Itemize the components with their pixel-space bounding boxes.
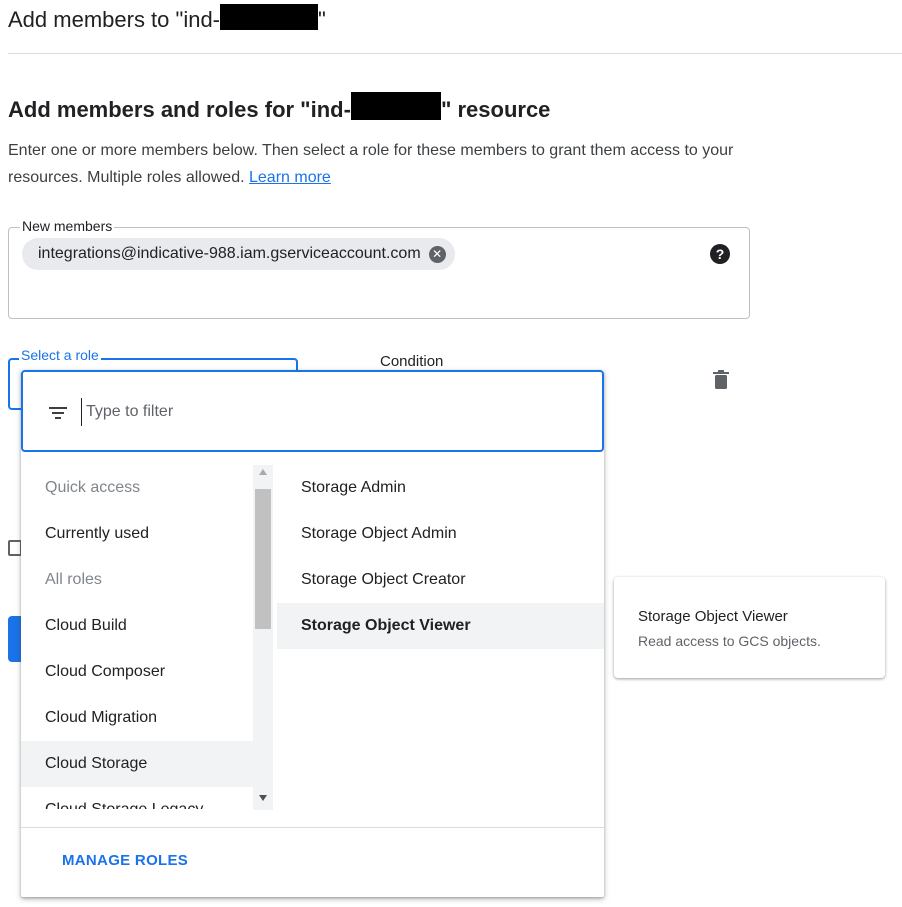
role-dropdown: Quick access Currently used All roles Cl… [21,370,604,897]
page-title-prefix: Add members to "ind- [8,7,221,32]
role-category-list: Quick access Currently used All roles Cl… [21,465,253,809]
scroll-down-arrow-icon[interactable] [259,795,267,801]
category-item[interactable]: Cloud Storage Legacy [21,787,253,809]
scroll-thumb[interactable] [255,489,271,629]
category-item[interactable]: Cloud Composer [21,649,253,695]
section-description: Enter one or more members below. Then se… [8,137,768,191]
remove-chip-icon[interactable]: ✕ [428,246,446,263]
category-item[interactable]: Currently used [21,511,253,557]
category-item[interactable]: Cloud Build [21,603,253,649]
question-circle-icon[interactable]: ? [710,244,730,264]
section-title: Add members and roles for "ind- " resourc… [8,92,550,123]
filter-icon [49,406,67,424]
role-item[interactable]: Storage Object Admin [277,511,604,557]
member-chip: integrations@indicative-988.iam.gservice… [22,238,455,270]
filter-input[interactable] [81,398,570,426]
section-title-suffix: " resource [440,97,551,122]
filter-box [21,370,604,452]
learn-more-link[interactable]: Learn more [249,169,331,186]
scroll-up-arrow-icon[interactable] [259,469,267,475]
role-info-card: Storage Object Viewer Read access to GCS… [614,577,885,678]
condition-label: Condition [380,353,444,370]
description-text: Enter one or more members below. Then se… [8,142,734,186]
category-scrollbar[interactable] [253,465,273,810]
page-header: Add members to "ind- " [8,4,326,40]
section-title-prefix: Add members and roles for "ind- [8,97,351,122]
category-header-quick-access: Quick access [45,479,141,496]
page-title-suffix: " [318,7,326,32]
header-divider [8,53,902,54]
dropdown-divider [21,827,604,828]
role-list: Storage Admin Storage Object Admin Stora… [277,465,604,649]
new-members-label: New members [20,218,115,234]
category-item[interactable]: Cloud Migration [21,695,253,741]
trash-icon[interactable] [712,370,730,395]
role-info-title: Storage Object Viewer [638,608,788,625]
role-item-selected[interactable]: Storage Object Viewer [277,603,604,649]
category-item-label: Cloud Storage Legacy [45,787,253,809]
role-item[interactable]: Storage Admin [277,465,604,511]
member-chip-label: integrations@indicative-988.iam.gservice… [38,245,421,262]
redaction-block [350,92,441,120]
category-header-all-roles: All roles [45,571,102,588]
category-item-selected[interactable]: Cloud Storage [21,741,253,787]
partially-hidden-checkbox[interactable] [8,540,22,556]
manage-roles-button[interactable]: MANAGE ROLES [62,852,188,869]
redaction-block [220,4,319,30]
role-select-label: Select a role [19,347,101,363]
role-info-description: Read access to GCS objects. [638,633,821,649]
role-item[interactable]: Storage Object Creator [277,557,604,603]
page-title: Add members to "ind- " [8,4,326,32]
